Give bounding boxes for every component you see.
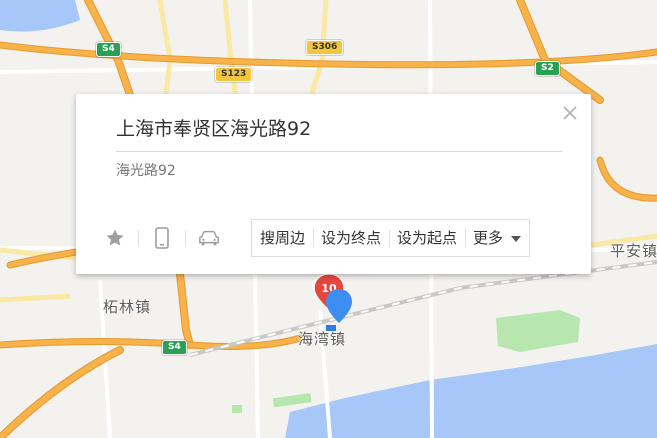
more-dropdown[interactable]: 更多 xyxy=(465,220,529,256)
road-shield-s306: S306 xyxy=(306,40,344,55)
popup-subtitle: 海光路92 xyxy=(116,163,176,179)
place-label-zhelin: 柘林镇 xyxy=(103,298,152,316)
search-nearby-button[interactable]: 搜周边 xyxy=(252,220,313,256)
road-shield-s4-lower: S4 xyxy=(162,340,187,355)
road-shield-s4: S4 xyxy=(96,42,121,57)
star-icon[interactable] xyxy=(104,227,126,249)
tool-divider xyxy=(185,230,186,246)
tool-divider xyxy=(138,230,139,246)
park-tiny xyxy=(232,405,242,413)
popup-actions: 搜周边 设为终点 设为起点 更多 xyxy=(251,219,531,257)
location-info-popup: 上海市奉贤区海光路92 海光路92 搜周边 设为终点 设为起点 更多 xyxy=(76,94,591,274)
road-shield-s123: S123 xyxy=(215,67,253,82)
phone-icon[interactable] xyxy=(151,227,173,249)
car-icon[interactable] xyxy=(198,227,220,249)
road-shield-s2: S2 xyxy=(535,61,560,76)
place-label-pingan: 平安镇 xyxy=(610,242,657,260)
map-pin-icon xyxy=(326,289,352,331)
set-destination-button[interactable]: 设为终点 xyxy=(313,220,389,256)
location-pin[interactable] xyxy=(323,287,355,337)
popup-title: 上海市奉贤区海光路92 xyxy=(116,114,562,152)
caret-down-icon xyxy=(511,235,522,242)
close-icon[interactable] xyxy=(561,104,579,122)
popup-tools xyxy=(104,224,220,252)
more-label: 更多 xyxy=(473,229,504,247)
set-origin-button[interactable]: 设为起点 xyxy=(389,220,465,256)
